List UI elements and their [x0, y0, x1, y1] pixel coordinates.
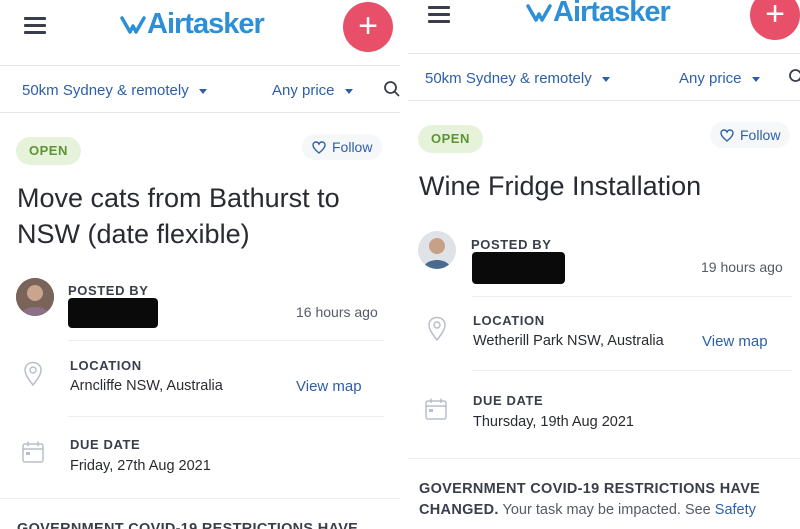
search-icon[interactable] [383, 80, 400, 98]
location-filter[interactable]: 50km Sydney & remotely [425, 70, 610, 87]
covid-notice-text: Your task may be impacted. See [502, 502, 711, 518]
divider [68, 340, 384, 341]
chevron-down-icon [198, 88, 207, 94]
posted-time: 16 hours ago [296, 304, 378, 320]
left-task-screenshot: Airtasker + 50km Sydney & remotely Any p… [0, 0, 400, 529]
price-filter[interactable]: Any price [679, 70, 760, 87]
redacted-name [472, 252, 565, 284]
price-filter-label: Any price [679, 70, 742, 87]
plus-icon: + [358, 7, 378, 45]
divider [472, 296, 792, 297]
follow-label: Follow [740, 127, 781, 143]
follow-button[interactable]: Follow [710, 122, 791, 148]
location-value: Arncliffe NSW, Australia [70, 378, 223, 394]
brand-name: Airtasker [147, 8, 265, 40]
chevron-down-icon [344, 88, 353, 94]
heart-icon [312, 140, 326, 154]
location-pin-icon [24, 361, 42, 387]
view-map-link[interactable]: View map [702, 333, 768, 350]
add-task-button[interactable]: + [750, 0, 800, 40]
location-filter[interactable]: 50km Sydney & remotely [22, 82, 207, 99]
price-filter-label: Any price [272, 82, 335, 99]
task-title: Wine Fridge Installation [419, 171, 702, 201]
right-task-screenshot: Airtasker + 50km Sydney & remotely Any p… [408, 0, 800, 529]
covid-notice-heading: GOVERNMENT COVID-19 RESTRICTIONS HAVE [17, 521, 359, 529]
safety-link[interactable]: Safety [715, 502, 756, 518]
divider [408, 458, 800, 459]
follow-button[interactable]: Follow [302, 134, 383, 160]
filter-bar: 50km Sydney & remotely Any price [0, 65, 400, 113]
redacted-name [68, 298, 158, 328]
plus-icon: + [765, 0, 785, 33]
avatar[interactable] [418, 231, 456, 269]
view-map-link[interactable]: View map [296, 378, 362, 395]
posted-by-label: POSTED BY [471, 237, 552, 252]
airtasker-logo[interactable]: Airtasker [120, 8, 265, 41]
app-header: Airtasker + [0, 0, 400, 62]
avatar-image [418, 231, 456, 269]
airtasker-logo[interactable]: Airtasker [526, 0, 671, 29]
logo-icon [526, 3, 552, 22]
covid-notice-heading-2: CHANGED. [419, 502, 499, 518]
location-label: LOCATION [70, 358, 142, 373]
due-date-value: Friday, 27th Aug 2021 [70, 458, 211, 474]
price-filter[interactable]: Any price [272, 82, 353, 99]
task-title: Move cats from Bathurst to NSW (date fle… [17, 183, 340, 249]
calendar-icon [425, 398, 447, 420]
divider [0, 498, 400, 499]
due-date-value: Thursday, 19th Aug 2021 [473, 414, 634, 430]
add-task-button[interactable]: + [343, 2, 393, 52]
location-filter-label: 50km Sydney & remotely [22, 82, 189, 99]
chevron-down-icon [601, 76, 610, 82]
filter-bar: 50km Sydney & remotely Any price [408, 53, 800, 101]
covid-notice-heading: GOVERNMENT COVID-19 RESTRICTIONS HAVE [419, 481, 761, 497]
divider [472, 370, 792, 371]
heart-icon [720, 128, 734, 142]
hamburger-icon[interactable] [24, 14, 48, 34]
location-value: Wetherill Park NSW, Australia [473, 333, 664, 349]
location-filter-label: 50km Sydney & remotely [425, 70, 592, 87]
posted-time: 19 hours ago [701, 259, 783, 275]
posted-by-label: POSTED BY [68, 283, 149, 298]
calendar-icon [22, 441, 44, 463]
location-label: LOCATION [473, 313, 545, 328]
follow-label: Follow [332, 139, 373, 155]
status-badge: OPEN [16, 137, 81, 165]
brand-name: Airtasker [553, 0, 671, 28]
due-date-label: DUE DATE [473, 393, 544, 408]
avatar-image [16, 278, 54, 316]
search-icon[interactable] [788, 68, 800, 86]
status-badge: OPEN [418, 125, 483, 153]
location-pin-icon [428, 316, 446, 342]
due-date-label: DUE DATE [70, 437, 141, 452]
divider [68, 416, 384, 417]
covid-notice: GOVERNMENT COVID-19 RESTRICTIONS HAVE [17, 519, 358, 529]
panel-divider [400, 0, 408, 529]
avatar[interactable] [16, 278, 54, 316]
logo-icon [120, 15, 146, 34]
covid-notice: GOVERNMENT COVID-19 RESTRICTIONS HAVE CH… [419, 479, 795, 521]
chevron-down-icon [751, 76, 760, 82]
hamburger-icon[interactable] [428, 3, 452, 23]
